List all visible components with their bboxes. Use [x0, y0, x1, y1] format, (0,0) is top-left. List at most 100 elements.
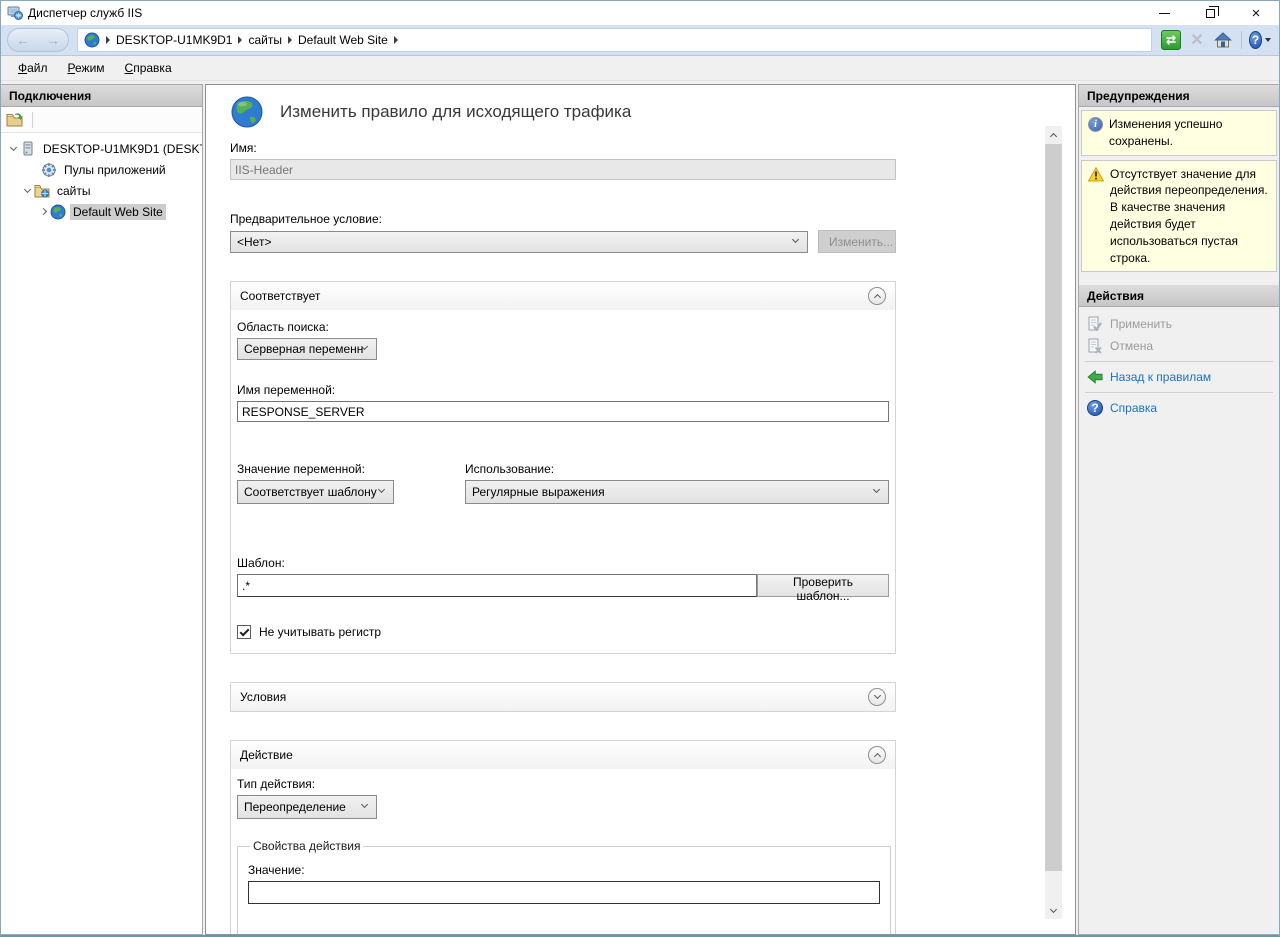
- check-pattern-button[interactable]: Проверить шаблон...: [757, 574, 889, 597]
- page-title: Изменить правило для исходящего трафика: [280, 102, 631, 122]
- breadcrumb[interactable]: DESKTOP-U1MK9D1 сайты Default Web Site: [77, 28, 1152, 52]
- action-properties-group: Свойства действия Значение: Заменить дей…: [237, 839, 891, 935]
- title-bar: Диспетчер служб IIS ×: [1, 1, 1279, 25]
- action-type-select[interactable]: Переопределение: [237, 795, 377, 819]
- info-text: Изменения успешно сохранены.: [1109, 116, 1270, 150]
- conditions-section-header[interactable]: Условия: [231, 683, 895, 711]
- match-section-title: Соответствует: [240, 289, 320, 303]
- tree-item-label[interactable]: Пулы приложений: [61, 162, 169, 178]
- apply-icon: [1087, 316, 1103, 332]
- replace-value-checkbox[interactable]: [248, 934, 262, 935]
- save-connection-icon[interactable]: [6, 112, 24, 128]
- menu-view[interactable]: Режим: [59, 58, 114, 78]
- vertical-scrollbar[interactable]: [1045, 126, 1062, 919]
- back-to-rules-action[interactable]: Назад к правилам: [1085, 366, 1273, 388]
- cancel-icon: [1087, 338, 1103, 354]
- variable-value-label: Значение переменной:: [237, 462, 465, 476]
- menu-help[interactable]: Справка: [116, 58, 181, 78]
- action-value-input[interactable]: [248, 881, 880, 904]
- app-body: Подключения DES: [1, 81, 1279, 935]
- scrollbar-thumb[interactable]: [1045, 144, 1062, 871]
- chevron-down-icon: [361, 801, 368, 808]
- chevron-collapsed-icon[interactable]: [40, 208, 47, 215]
- breadcrumb-arrow-icon: [106, 36, 110, 44]
- minimize-icon: [1159, 13, 1170, 14]
- variable-name-input[interactable]: [237, 401, 889, 422]
- expand-button[interactable]: [868, 688, 886, 706]
- actions-header: Действия: [1079, 285, 1279, 307]
- precondition-label: Предварительное условие:: [230, 212, 896, 226]
- match-section-header[interactable]: Соответствует: [231, 282, 895, 310]
- chevron-down-icon: [1050, 905, 1057, 912]
- restart-icon: ⇄: [1161, 30, 1181, 50]
- name-label: Имя:: [230, 141, 896, 155]
- collapse-button[interactable]: [868, 746, 886, 764]
- site-globe-icon: [50, 204, 66, 220]
- pattern-label: Шаблон:: [237, 556, 889, 570]
- toolbar-divider: [1241, 31, 1242, 49]
- rule-name-input: [230, 159, 896, 180]
- tree-item-sites[interactable]: сайты: [1, 180, 202, 201]
- back-button[interactable]: ←: [16, 33, 30, 47]
- tree-item-default-web-site[interactable]: Default Web Site: [1, 201, 202, 222]
- right-panel: Предупреждения i Изменения успешно сохра…: [1078, 84, 1279, 935]
- breadcrumb-server[interactable]: DESKTOP-U1MK9D1: [116, 33, 232, 47]
- action-type-label: Тип действия:: [237, 777, 889, 791]
- restore-icon: [1206, 9, 1215, 18]
- info-icon: i: [1088, 117, 1103, 132]
- globe-icon: [84, 32, 100, 48]
- tree-item-label[interactable]: Default Web Site: [70, 204, 166, 220]
- usage-select[interactable]: Регулярные выражения: [465, 480, 889, 504]
- menu-file[interactable]: Файл: [9, 58, 57, 78]
- breadcrumb-site[interactable]: Default Web Site: [298, 33, 388, 47]
- home-button[interactable]: [1212, 29, 1234, 51]
- tree-item-server[interactable]: DESKTOP-U1MK9D1 (DESKTOP: [1, 138, 202, 159]
- chevron-up-icon: [873, 753, 880, 760]
- page-globe-icon: [230, 95, 264, 129]
- chevron-up-icon: [873, 294, 880, 301]
- actions-divider: [1085, 392, 1273, 393]
- help-action[interactable]: ? Справка: [1085, 397, 1273, 419]
- application-pools-icon: [41, 162, 57, 178]
- chevron-down-icon: [792, 235, 799, 242]
- precondition-select[interactable]: <Нет>: [230, 231, 808, 253]
- collapse-button[interactable]: [868, 287, 886, 305]
- action-section-header[interactable]: Действие: [231, 741, 895, 769]
- scroll-down-button[interactable]: [1045, 902, 1062, 919]
- cancel-label: Отмена: [1110, 339, 1153, 353]
- warning-text: Отсутствует значение для действия переоп…: [1110, 166, 1270, 267]
- variable-value-select[interactable]: Соответствует шаблону: [237, 480, 394, 504]
- chevron-expanded-icon[interactable]: [24, 185, 31, 192]
- help-label[interactable]: Справка: [1110, 401, 1157, 415]
- scroll-up-button[interactable]: [1045, 126, 1062, 143]
- tree-item-app-pools[interactable]: Пулы приложений: [1, 159, 202, 180]
- restart-button[interactable]: ⇄: [1160, 29, 1182, 51]
- scope-select[interactable]: Серверная переменн: [237, 338, 377, 360]
- action-section-title: Действие: [240, 748, 293, 762]
- pattern-input[interactable]: [237, 574, 757, 597]
- sites-folder-icon: [34, 183, 50, 199]
- scope-label: Область поиска:: [237, 320, 889, 334]
- help-button[interactable]: ?: [1249, 29, 1271, 51]
- actions-list: Применить Отмена Назад к правилам: [1079, 307, 1279, 419]
- close-button[interactable]: ×: [1233, 1, 1279, 25]
- restore-button[interactable]: [1187, 1, 1233, 25]
- ignore-case-checkbox[interactable]: [237, 625, 251, 639]
- actions-divider: [1085, 361, 1273, 362]
- usage-value: Регулярные выражения: [472, 485, 605, 499]
- action-value-label: Значение:: [248, 863, 880, 877]
- address-bar-tools: ⇄ ✕ ?: [1160, 29, 1271, 51]
- stop-icon: ✕: [1190, 30, 1203, 50]
- tree-item-label[interactable]: DESKTOP-U1MK9D1 (DESKTOP: [40, 141, 202, 157]
- minimize-button[interactable]: [1141, 1, 1187, 25]
- close-icon: ×: [1252, 6, 1261, 21]
- apply-label: Применить: [1110, 317, 1172, 331]
- back-to-rules-label[interactable]: Назад к правилам: [1110, 370, 1211, 384]
- breadcrumb-sites[interactable]: сайты: [248, 33, 282, 47]
- tree-item-label[interactable]: сайты: [54, 183, 94, 199]
- warning-icon: [1088, 167, 1104, 182]
- forward-button[interactable]: →: [46, 33, 60, 47]
- variable-name-label: Имя переменной:: [237, 383, 889, 397]
- chevron-down-icon: [378, 486, 385, 493]
- chevron-expanded-icon[interactable]: [10, 143, 17, 150]
